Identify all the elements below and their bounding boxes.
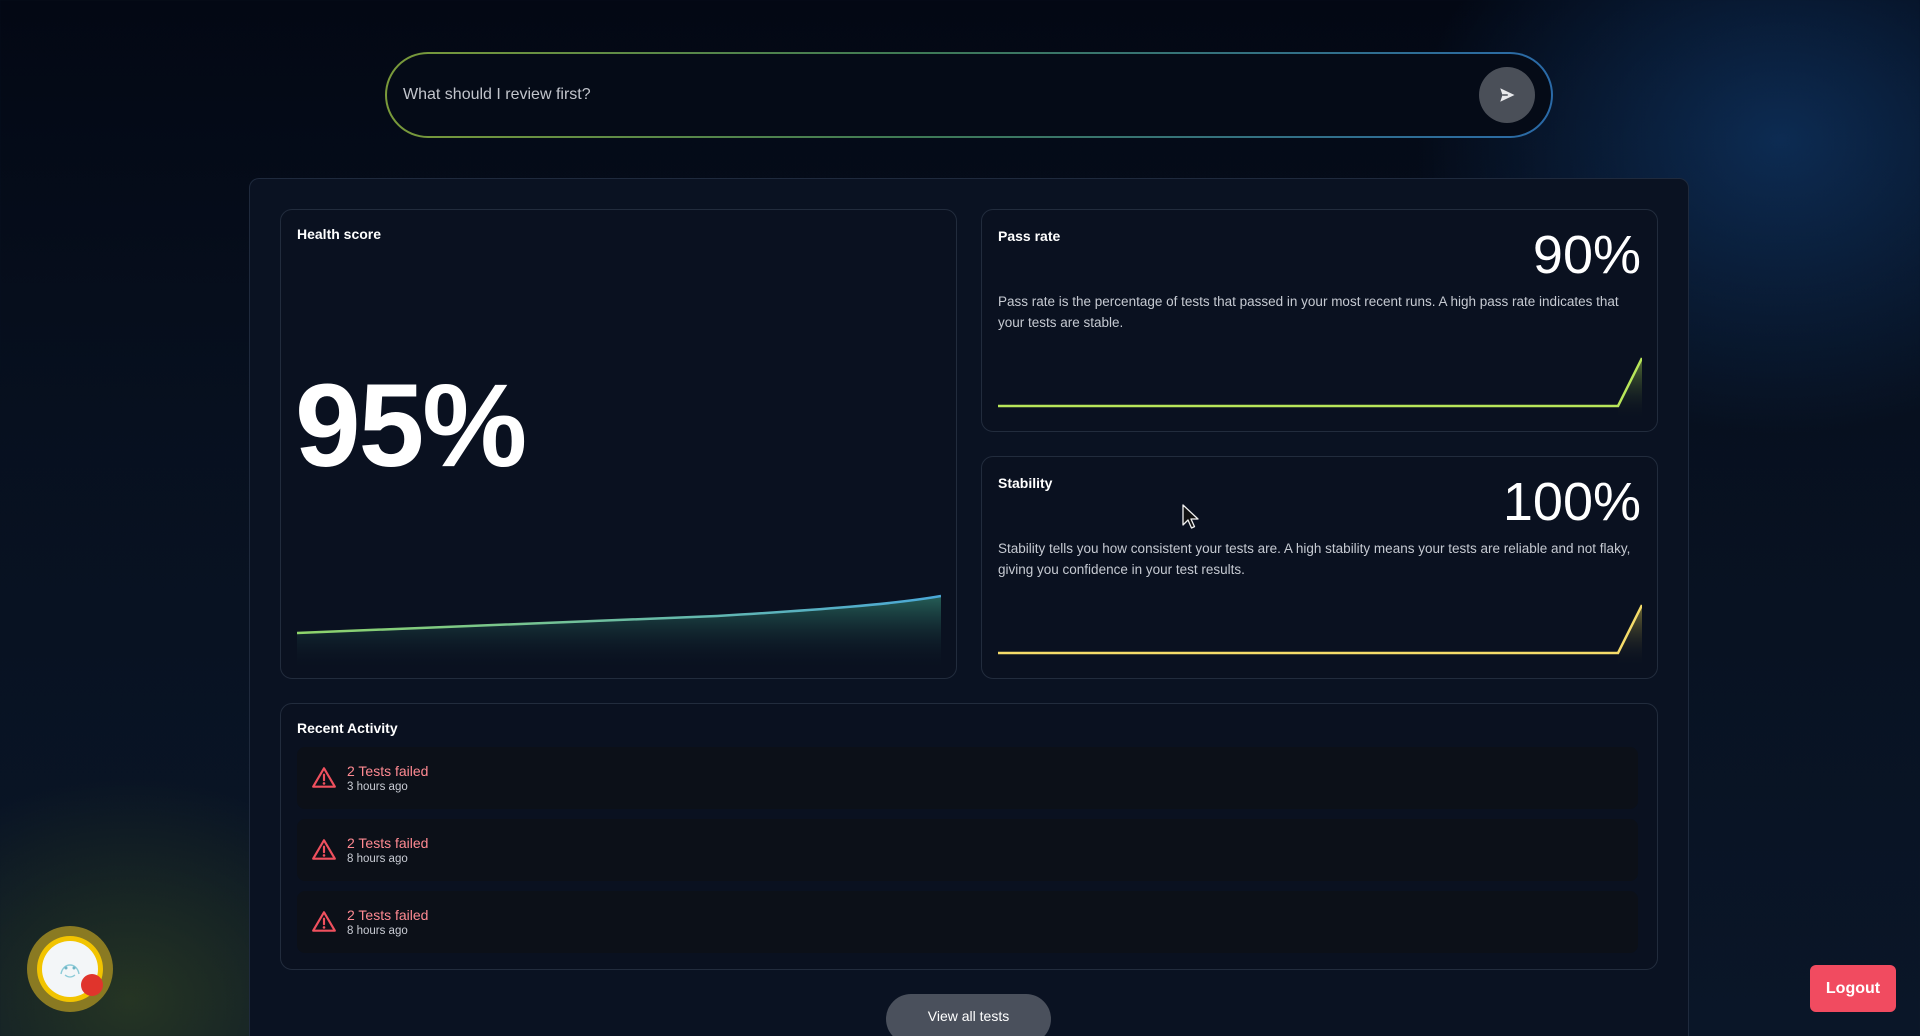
activity-time: 8 hours ago	[347, 853, 408, 865]
activity-text: 2 Tests failed 8 hours ago	[347, 907, 428, 937]
search-bar	[385, 52, 1553, 138]
health-score-title: Health score	[297, 226, 382, 242]
pass-rate-card: Pass rate 90% Pass rate is the percentag…	[981, 209, 1658, 432]
activity-time: 3 hours ago	[347, 781, 408, 793]
stability-value: 100%	[1502, 472, 1641, 532]
send-button[interactable]	[1479, 67, 1535, 123]
activity-time: 8 hours ago	[347, 925, 408, 937]
health-score-sparkline	[297, 594, 941, 670]
activity-title: 2 Tests failed	[347, 907, 429, 923]
assistant-avatar-button[interactable]	[27, 926, 113, 1012]
activity-title: 2 Tests failed	[347, 835, 429, 851]
pass-rate-sparkline	[998, 357, 1642, 420]
activity-item[interactable]: 2 Tests failed 8 hours ago	[297, 819, 1638, 881]
activity-title: 2 Tests failed	[347, 763, 429, 779]
health-score-value: 95%	[295, 360, 527, 492]
view-all-tests-button[interactable]: View all tests	[886, 994, 1051, 1036]
activity-item[interactable]: 2 Tests failed 8 hours ago	[297, 891, 1638, 953]
logout-button[interactable]: Logout	[1810, 965, 1896, 1012]
pass-rate-value: 90%	[1532, 225, 1641, 285]
recent-activity-card: Recent Activity 2 Tests failed 3 hours a…	[280, 703, 1658, 970]
warning-triangle-icon	[312, 767, 336, 788]
warning-triangle-icon	[312, 911, 336, 932]
send-icon	[1500, 88, 1515, 102]
activity-item[interactable]: 2 Tests failed 3 hours ago	[297, 747, 1638, 809]
stability-description: Stability tells you how consistent your …	[998, 541, 1631, 577]
stability-title: Stability	[998, 475, 1053, 491]
notification-dot	[81, 974, 103, 996]
stability-sparkline	[998, 604, 1642, 667]
activity-text: 2 Tests failed 8 hours ago	[347, 835, 428, 865]
pass-rate-title: Pass rate	[998, 228, 1061, 244]
recent-activity-title: Recent Activity	[297, 720, 398, 736]
health-score-card: Health score 95%	[280, 209, 957, 679]
stability-sparkline-line	[998, 604, 1642, 655]
activity-list: 2 Tests failed 3 hours ago 2 Tests faile…	[297, 747, 1638, 963]
mouse-cursor-icon	[1182, 504, 1199, 529]
search-input[interactable]	[403, 86, 1479, 104]
search-bar-inner	[387, 54, 1551, 136]
stability-card: Stability 100% Stability tells you how c…	[981, 456, 1658, 679]
activity-text: 2 Tests failed 3 hours ago	[347, 763, 428, 793]
pass-rate-description: Pass rate is the percentage of tests tha…	[998, 294, 1619, 330]
pass-rate-sparkline-line	[998, 357, 1642, 408]
warning-triangle-icon	[312, 839, 336, 860]
